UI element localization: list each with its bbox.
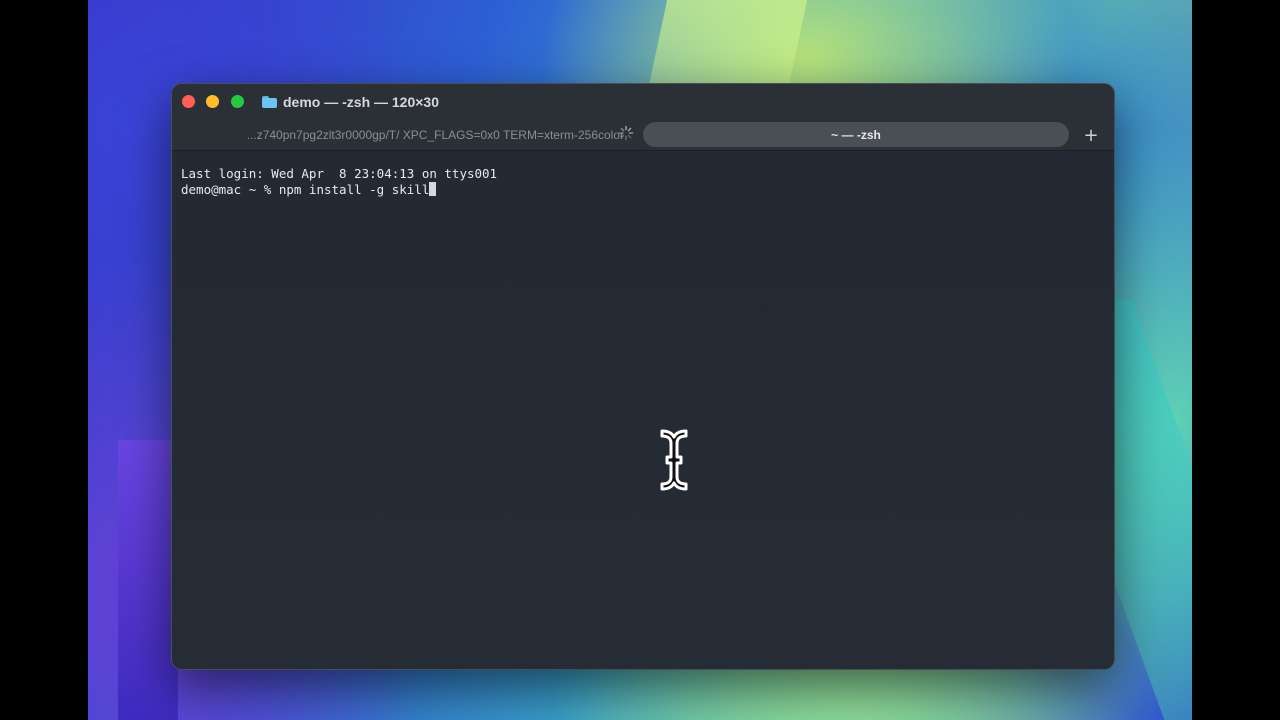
text-cursor — [429, 182, 437, 196]
text-ibeam-cursor-icon — [660, 429, 688, 491]
terminal-last-login-line: Last login: Wed Apr 8 23:04:13 on ttys00… — [181, 166, 498, 181]
screen: demo — -zsh — 120×30 ...z740pn7pg2zlt3r0… — [0, 0, 1280, 720]
tab-inactive-label: ...z740pn7pg2zlt3r0000gp/T/ XPC_FLAGS=0x… — [246, 128, 624, 142]
window-title-text: demo — -zsh — 120×30 — [283, 94, 440, 110]
window-title: demo — -zsh — 120×30 — [262, 93, 439, 111]
close-window-button[interactable] — [182, 95, 195, 108]
terminal-command-text: demo@mac ~ % npm install -g skill — [181, 182, 430, 197]
tab-bar: ...z740pn7pg2zlt3r0000gp/T/ XPC_FLAGS=0x… — [172, 120, 1114, 151]
maximize-window-button[interactable] — [231, 95, 244, 108]
activity-spinner-icon — [618, 125, 634, 141]
tab-active[interactable]: ~ — -zsh — [643, 122, 1069, 147]
tab-inactive[interactable]: ...z740pn7pg2zlt3r0000gp/T/ XPC_FLAGS=0x… — [184, 123, 624, 147]
wallpaper-stripe — [118, 440, 178, 720]
terminal-content[interactable]: Last login: Wed Apr 8 23:04:13 on ttys00… — [172, 151, 1114, 669]
window-titlebar[interactable]: demo — -zsh — 120×30 — [172, 84, 1114, 120]
new-tab-button[interactable]: + — [1079, 124, 1103, 146]
terminal-prompt-line[interactable]: demo@mac ~ % npm install -g skill — [181, 182, 437, 198]
folder-icon — [262, 96, 277, 108]
tab-active-label: ~ — -zsh — [831, 127, 881, 142]
minimize-window-button[interactable] — [206, 95, 219, 108]
terminal-window: demo — -zsh — 120×30 ...z740pn7pg2zlt3r0… — [171, 83, 1115, 670]
